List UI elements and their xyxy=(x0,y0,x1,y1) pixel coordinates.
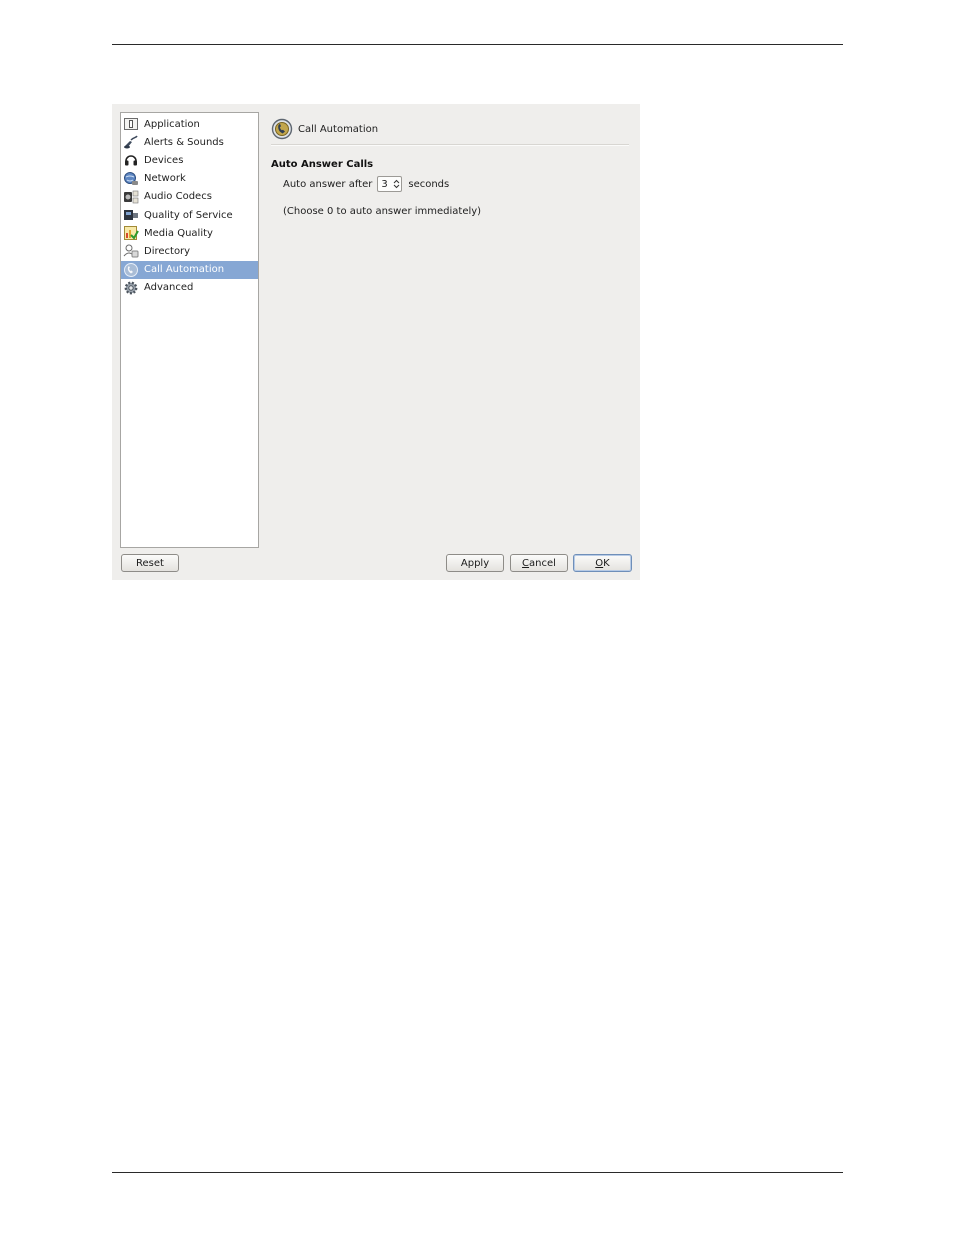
gear-icon xyxy=(123,280,139,296)
section-heading: Auto Answer Calls xyxy=(271,159,374,170)
application-icon xyxy=(123,116,139,132)
sidebar-item-network[interactable]: Network xyxy=(121,170,258,188)
sidebar-item-label: Call Automation xyxy=(144,264,225,276)
page-bottom-rule xyxy=(112,1172,843,1173)
preferences-dialog: Application Alerts & Sounds Devices Netw… xyxy=(112,104,640,580)
directory-icon xyxy=(123,243,139,259)
quality-of-service-icon xyxy=(123,207,139,223)
sidebar-item-quality-of-service[interactable]: Quality of Service xyxy=(121,206,258,224)
sidebar-item-label: Audio Codecs xyxy=(144,191,212,203)
sidebar-item-call-automation[interactable]: Call Automation xyxy=(121,260,258,279)
sidebar-item-advanced[interactable]: Advanced xyxy=(121,279,258,297)
preferences-sidebar: Application Alerts & Sounds Devices Netw… xyxy=(120,112,259,548)
auto-answer-row: Auto answer after 3 seconds xyxy=(283,176,629,192)
sidebar-item-directory[interactable]: Directory xyxy=(121,242,258,260)
header-divider xyxy=(271,144,629,146)
sidebar-item-label: Media Quality xyxy=(144,227,213,239)
call-automation-icon xyxy=(271,118,293,140)
panel-header: Call Automation xyxy=(271,118,629,140)
sidebar-item-label: Advanced xyxy=(144,282,194,294)
media-quality-icon xyxy=(123,225,139,241)
ok-button[interactable]: OK xyxy=(573,554,632,572)
up-down-arrows-icon[interactable] xyxy=(392,179,401,189)
settings-panel: Call Automation Auto Answer Calls Auto a… xyxy=(271,118,629,217)
cancel-button[interactable]: Cancel xyxy=(510,554,568,572)
network-globe-icon xyxy=(123,171,139,187)
cancel-label-rest: ancel xyxy=(529,557,556,569)
audio-codecs-icon xyxy=(123,189,139,205)
sidebar-item-audio-codecs[interactable]: Audio Codecs xyxy=(121,188,258,206)
sidebar-item-application[interactable]: Application xyxy=(121,115,258,133)
auto-answer-unit: seconds xyxy=(408,178,450,190)
sidebar-item-label: Quality of Service xyxy=(144,209,233,221)
ok-mnemonic: O xyxy=(595,557,604,569)
auto-answer-seconds-spinner[interactable]: 3 xyxy=(377,176,403,192)
call-automation-icon xyxy=(123,262,139,278)
cancel-mnemonic: C xyxy=(522,557,530,569)
page-title: Call Automation xyxy=(298,123,379,135)
sidebar-item-label: Alerts & Sounds xyxy=(144,136,224,148)
sidebar-item-label: Devices xyxy=(144,154,184,166)
speaker-icon xyxy=(123,134,139,150)
ok-label-rest: K xyxy=(603,557,610,569)
sidebar-item-alerts-sounds[interactable]: Alerts & Sounds xyxy=(121,133,258,151)
sidebar-item-label: Application xyxy=(144,118,200,130)
headset-icon xyxy=(123,152,139,168)
auto-answer-hint: (Choose 0 to auto answer immediately) xyxy=(283,206,482,217)
reset-button[interactable]: Reset xyxy=(121,554,179,572)
sidebar-item-devices[interactable]: Devices xyxy=(121,151,258,169)
sidebar-item-media-quality[interactable]: Media Quality xyxy=(121,224,258,242)
page-top-rule xyxy=(112,44,843,45)
sidebar-item-label: Network xyxy=(144,173,186,185)
sidebar-item-label: Directory xyxy=(144,245,191,257)
auto-answer-label: Auto answer after xyxy=(283,178,373,190)
spinner-value[interactable]: 3 xyxy=(381,179,392,190)
apply-button[interactable]: Apply xyxy=(446,554,504,572)
